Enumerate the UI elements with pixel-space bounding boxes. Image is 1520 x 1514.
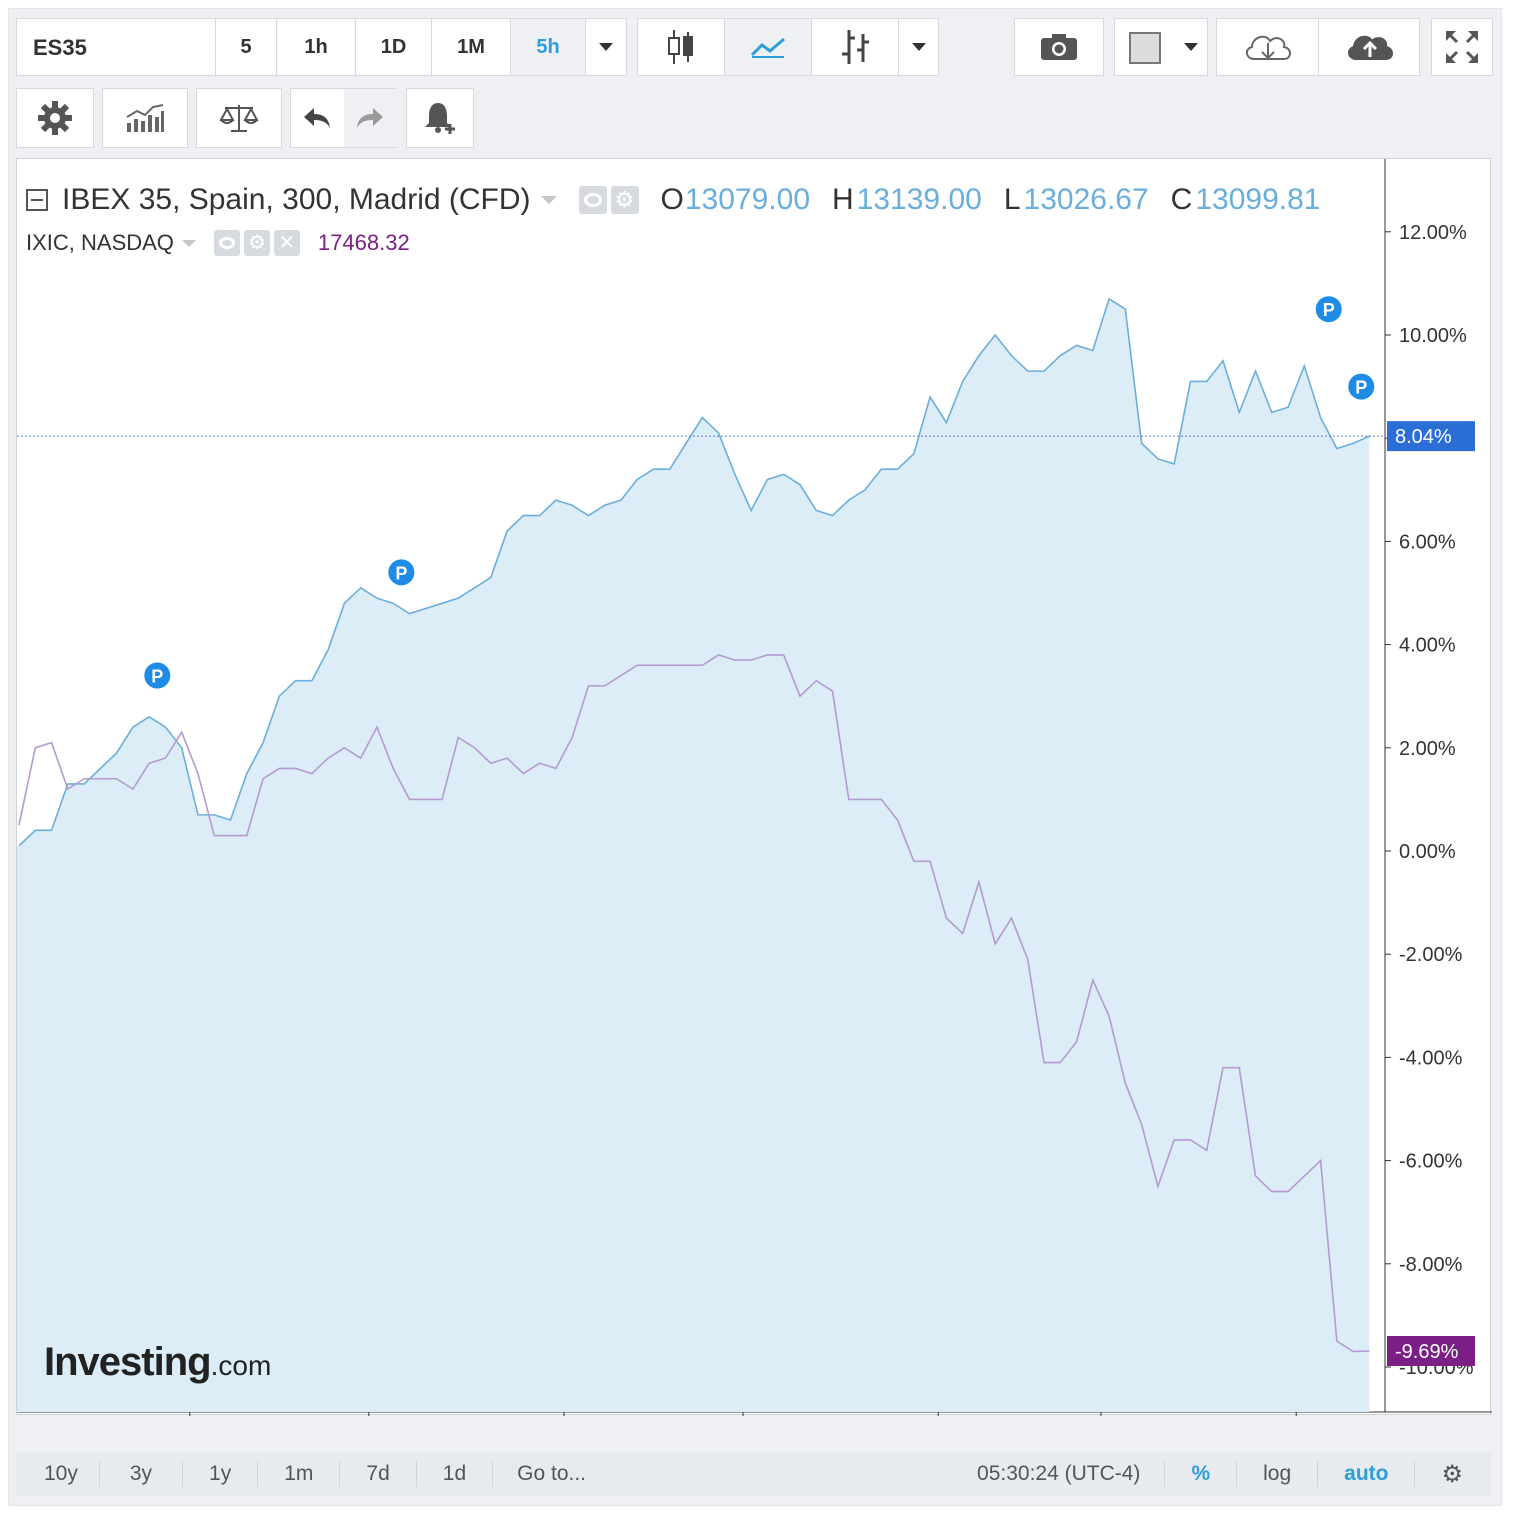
low-value: 13026.67	[1023, 183, 1149, 216]
eye-icon[interactable]	[213, 230, 240, 256]
settings-button[interactable]	[16, 88, 94, 148]
interval-1h-button[interactable]: 1h	[277, 19, 355, 75]
event-marker-label: P	[151, 667, 163, 687]
chart-plot-svg: 12.00%10.00%8.00%6.00%4.00%2.00%0.00%-2.…	[17, 159, 1492, 1416]
camera-icon	[1041, 34, 1077, 60]
high-label: H	[832, 183, 854, 216]
nasdaq-price-badge-label: -9.69%	[1395, 1341, 1459, 1363]
caret-down-icon[interactable]	[540, 196, 557, 204]
fullscreen-icon	[1446, 31, 1478, 63]
interval-5h-button[interactable]: 5h	[511, 19, 585, 75]
chevron-down-icon	[1184, 43, 1198, 51]
eye-icon[interactable]	[578, 186, 607, 214]
y-tick-label: 0.00%	[1399, 841, 1456, 863]
compare-button[interactable]	[196, 88, 282, 148]
color-swatch-button[interactable]	[1129, 32, 1161, 64]
ohlc-bars-icon	[842, 30, 869, 64]
percent-scale-button[interactable]: %	[1165, 1461, 1238, 1487]
event-marker-label: P	[1355, 378, 1367, 398]
main-symbol-name[interactable]: IBEX 35, Spain, 300, Madrid (CFD)	[62, 183, 531, 217]
interval-toolbar: ES35 5 1h 1D 1M 5h	[16, 18, 627, 76]
interval-1m-button[interactable]: 1M	[432, 19, 510, 75]
color-picker-group	[1114, 18, 1208, 76]
y-tick-label: 6.00%	[1399, 531, 1456, 553]
close-icon[interactable]: ✕	[273, 230, 300, 256]
y-tick-label: 10.00%	[1399, 325, 1467, 347]
collapse-legend-button[interactable]	[26, 189, 48, 211]
line-chart-icon	[750, 37, 785, 58]
range-10y-button[interactable]: 10y	[16, 1461, 100, 1487]
ibex-price-badge-label: 8.04%	[1395, 426, 1452, 448]
interval-5-button[interactable]: 5	[216, 19, 276, 75]
indicators-button[interactable]	[102, 88, 188, 148]
auto-scale-button[interactable]: auto	[1318, 1461, 1416, 1487]
y-tick-label: 2.00%	[1399, 738, 1456, 760]
chart-type-toolbar	[637, 18, 939, 76]
chevron-down-icon	[912, 43, 926, 51]
candlestick-button[interactable]	[638, 19, 724, 75]
line-chart-button[interactable]	[725, 19, 811, 75]
range-7d-button[interactable]: 7d	[340, 1461, 417, 1487]
gear-icon[interactable]: ⚙	[610, 186, 639, 214]
open-value: 13079.00	[684, 183, 811, 216]
high-value: 13139.00	[856, 183, 982, 216]
clock-display: 05:30:24 (UTC-4)	[953, 1461, 1166, 1487]
cloud-download-icon	[1245, 35, 1291, 60]
y-tick-label: -8.00%	[1399, 1254, 1463, 1276]
y-tick-label: 12.00%	[1399, 222, 1467, 244]
cloud-toolbar	[1216, 18, 1420, 76]
log-scale-button[interactable]: log	[1237, 1461, 1319, 1487]
chart-settings-button[interactable]: ⚙	[1415, 1460, 1491, 1488]
compare-series-legend: IXIC, NASDAQ ⚙ ✕ 17468.32	[26, 228, 410, 258]
undo-icon	[304, 108, 330, 128]
compare-value: 17468.32	[317, 230, 410, 255]
add-alert-button[interactable]	[406, 88, 474, 148]
range-3y-button[interactable]: 3y	[100, 1461, 184, 1487]
bars-chart-button[interactable]	[812, 19, 898, 75]
fullscreen-button[interactable]	[1431, 18, 1493, 76]
redo-icon	[357, 108, 383, 128]
indicators-icon	[126, 104, 164, 132]
range-1y-button[interactable]: 1y	[183, 1461, 259, 1487]
main-series-legend: IBEX 35, Spain, 300, Madrid (CFD) ⚙ O 13…	[26, 178, 1320, 222]
y-tick-label: -2.00%	[1399, 944, 1463, 966]
symbol-field[interactable]: ES35	[33, 19, 87, 77]
cloud-download-button[interactable]	[1217, 19, 1318, 75]
low-label: L	[1003, 183, 1021, 216]
chevron-down-icon	[599, 43, 613, 51]
close-value: 13099.81	[1195, 183, 1321, 216]
y-tick-label: -6.00%	[1399, 1151, 1463, 1173]
go-to-button[interactable]: Go to...	[493, 1461, 607, 1487]
bottom-toolbar: 10y 3y 1y 1m 7d 1d Go to... 05:30:24 (UT…	[16, 1452, 1491, 1496]
compare-symbol-name[interactable]: IXIC, NASDAQ	[26, 230, 174, 256]
candlestick-icon	[668, 30, 693, 64]
gear-icon[interactable]: ⚙	[243, 230, 270, 256]
event-marker-label: P	[395, 563, 407, 583]
cloud-upload-icon	[1347, 35, 1393, 60]
cloud-upload-button[interactable]	[1319, 19, 1420, 75]
screenshot-button[interactable]	[1014, 18, 1104, 76]
bell-plus-icon	[425, 103, 455, 134]
close-label: C	[1170, 183, 1193, 216]
caret-down-icon[interactable]	[181, 239, 196, 247]
range-1d-button[interactable]: 1d	[417, 1461, 494, 1487]
ibex-area-fill	[17, 298, 1370, 1412]
gear-icon	[38, 101, 72, 135]
interval-dropdown-button[interactable]	[586, 19, 626, 75]
interval-1d-button[interactable]: 1D	[356, 19, 431, 75]
y-tick-label: 4.00%	[1399, 635, 1456, 657]
redo-button[interactable]	[344, 89, 396, 147]
chart-area[interactable]: 12.00%10.00%8.00%6.00%4.00%2.00%0.00%-2.…	[16, 158, 1492, 1416]
color-dropdown-button[interactable]	[1175, 19, 1207, 75]
scale-balance-icon	[219, 105, 259, 132]
y-tick-label: -4.00%	[1399, 1047, 1463, 1069]
investing-logo: Investing .com	[44, 1340, 272, 1384]
undo-redo-group	[290, 88, 396, 148]
chart-type-dropdown-button[interactable]	[899, 19, 939, 75]
gear-icon: ⚙	[1441, 1460, 1463, 1488]
event-marker-label: P	[1323, 300, 1335, 320]
open-label: O	[660, 183, 684, 216]
undo-button[interactable]	[291, 89, 343, 147]
range-1m-button[interactable]: 1m	[258, 1461, 341, 1487]
